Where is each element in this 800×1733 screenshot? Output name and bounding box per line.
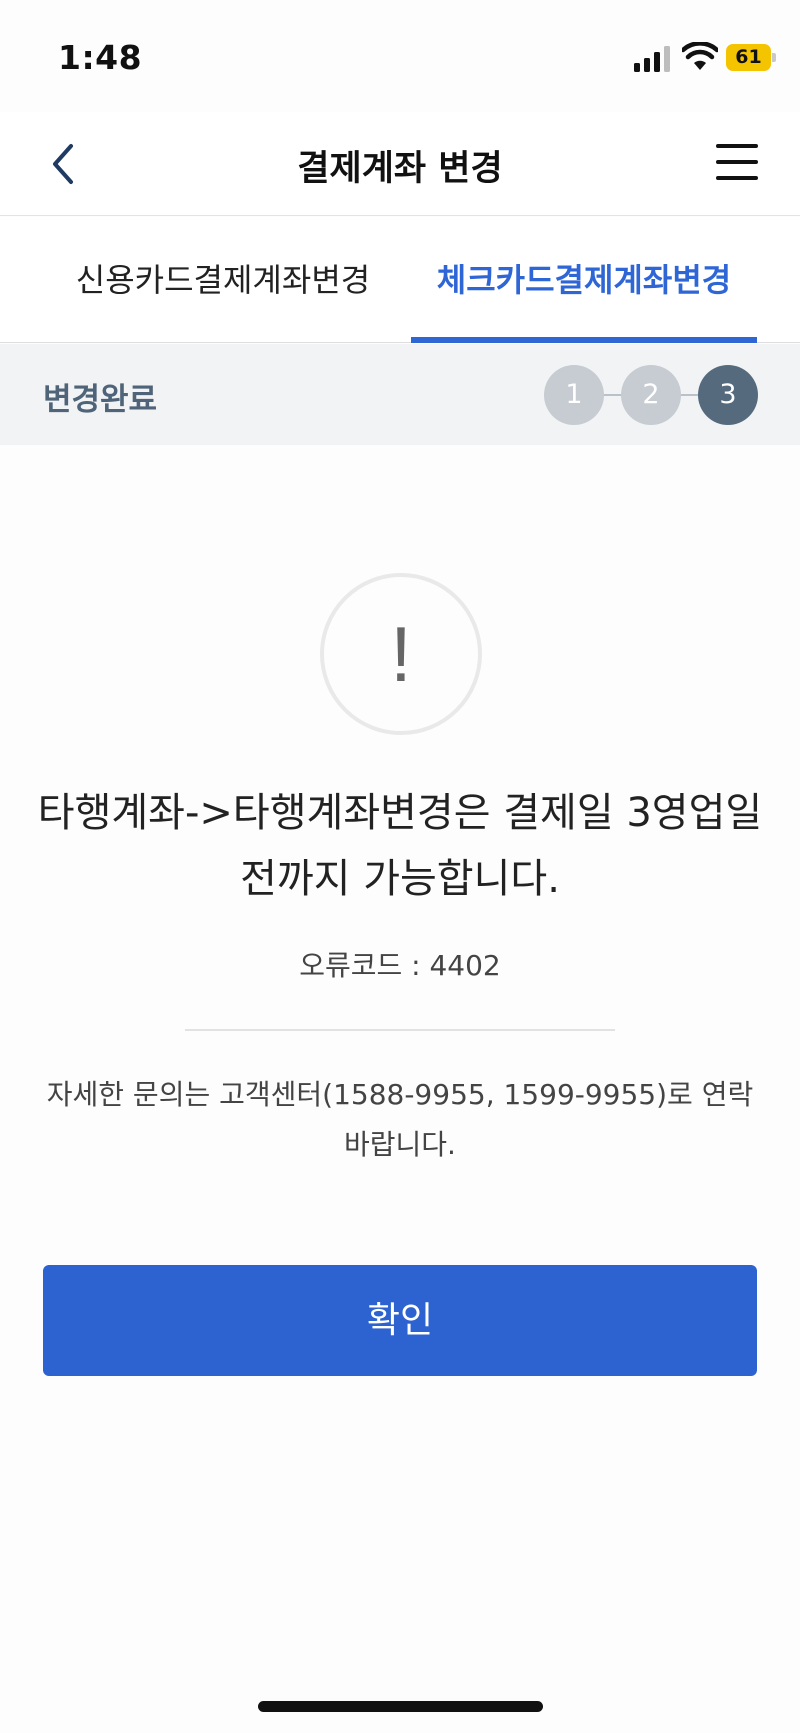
page-title: 결제계좌 변경: [297, 149, 503, 189]
menu-line: [716, 144, 758, 148]
menu-line: [716, 160, 758, 164]
step-label: 변경완료: [43, 382, 158, 418]
active-tab-indicator: [411, 337, 757, 343]
contact-info: 자세한 문의는 고객센터(1588-9955, 1599-9955)로 연락바랍…: [46, 1078, 754, 1161]
error-message: 타행계좌->타행계좌변경은 결제일 3영업일전까지 가능합니다.: [37, 790, 763, 902]
signal-icon: [634, 46, 670, 72]
step-2: 2: [621, 365, 681, 425]
tab-bar: 신용카드결제계좌변경 체크카드결제계좌변경: [0, 217, 800, 343]
exclamation-mark: !: [390, 610, 412, 698]
hamburger-menu-icon[interactable]: [714, 142, 760, 182]
menu-line: [716, 176, 758, 180]
wifi-icon: [682, 42, 718, 70]
step-3-current: 3: [698, 365, 758, 425]
divider: [185, 1029, 615, 1031]
battery-tip: [772, 53, 776, 62]
tab-credit-card-account[interactable]: 신용카드결제계좌변경: [42, 217, 404, 343]
tab-check-card-account[interactable]: 체크카드결제계좌변경: [411, 217, 757, 343]
home-indicator: [258, 1701, 543, 1712]
status-time: 1:48: [58, 38, 143, 77]
step-1: 1: [544, 365, 604, 425]
battery-icon: 61: [726, 44, 776, 71]
screen: 1:48 61 결제계좌 변경 신용카드결제계좌변경 체크카드결제계좌변경 변경…: [0, 0, 800, 1733]
battery-level: 61: [735, 46, 762, 68]
step-progress-bar: 변경완료 1 2 3: [0, 344, 800, 445]
status-bar: 1:48 61: [0, 0, 800, 112]
exclamation-icon: !: [320, 573, 482, 735]
confirm-button[interactable]: 확인: [43, 1265, 757, 1376]
app-header: 결제계좌 변경: [0, 112, 800, 216]
error-code: 오류코드 : 4402: [299, 949, 501, 982]
